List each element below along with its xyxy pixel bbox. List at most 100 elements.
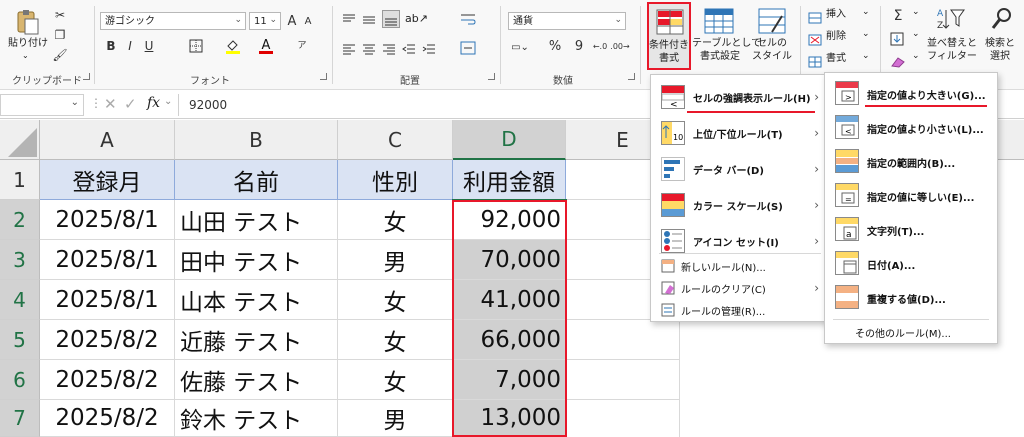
row-header-7[interactable]: 7 [0, 400, 40, 437]
paste-button[interactable]: 貼り付け [6, 38, 50, 50]
submenu-item-text-contains[interactable]: a 文字列(T)... [825, 213, 997, 247]
paste-icon[interactable] [14, 8, 42, 36]
row-header-4[interactable]: 4 [0, 280, 40, 320]
phonetic-icon[interactable]: ア [295, 38, 309, 54]
cell-b5[interactable]: 近藤 テスト [175, 320, 338, 360]
menu-item-data-bars[interactable]: データ バー(D) › [651, 151, 827, 187]
delete-icon[interactable] [808, 31, 822, 50]
cell-b4[interactable]: 山本 テスト [175, 280, 338, 320]
cell-a1[interactable]: 登録月 [40, 160, 175, 200]
chevron-down-icon[interactable]: ⌄ [862, 28, 870, 40]
paste-dropdown-icon[interactable]: ⌄ [22, 50, 29, 62]
number-format-box[interactable]: 通貨 ⌄ [508, 12, 626, 30]
increase-decimal-icon[interactable]: ←.0 [592, 40, 608, 54]
align-top-icon[interactable] [342, 12, 356, 31]
cell-b1[interactable]: 名前 [175, 160, 338, 200]
menu-item-new-rule[interactable]: 新しいルール(N)... [651, 255, 827, 277]
cell-c3[interactable]: 男 [338, 240, 453, 280]
font-launcher-icon[interactable] [320, 73, 327, 80]
column-header-b[interactable]: B [175, 120, 338, 160]
row-header-2[interactable]: 2 [0, 200, 40, 240]
clipboard-launcher-icon[interactable] [83, 73, 90, 80]
menu-item-top-bottom[interactable]: 10 上位/下位ルール(T) › [651, 115, 827, 151]
cell-b3[interactable]: 田中 テスト [175, 240, 338, 280]
cell-b7[interactable]: 鈴木 テスト [175, 400, 338, 437]
chevron-down-icon[interactable]: ⌄ [862, 50, 870, 62]
cell-c4[interactable]: 女 [338, 280, 453, 320]
column-header-d[interactable]: D [453, 120, 566, 160]
fill-color-icon[interactable] [224, 38, 242, 54]
conditional-format-button[interactable]: 条件付き 書式 [647, 2, 691, 70]
align-bottom-icon[interactable] [382, 10, 400, 28]
insert-button[interactable]: 挿入 [826, 9, 846, 21]
align-center-icon[interactable] [362, 40, 376, 59]
find-select-button[interactable]: 検索と [980, 38, 1020, 50]
align-right-icon[interactable] [382, 40, 396, 59]
decrease-decimal-icon[interactable]: .00→ [610, 40, 629, 54]
bold-button[interactable]: B [104, 38, 118, 54]
row-header-6[interactable]: 6 [0, 360, 40, 400]
border-icon[interactable] [187, 38, 205, 54]
menu-item-clear-rules[interactable]: ルールのクリア(C) › [651, 277, 827, 299]
delete-button[interactable]: 削除 [826, 31, 846, 43]
number-launcher-icon[interactable] [628, 73, 635, 80]
sort-filter-icon[interactable]: AZ [936, 6, 966, 36]
indent-increase-icon[interactable] [422, 40, 436, 59]
font-shrink-icon[interactable]: A [302, 14, 314, 30]
cell-a2[interactable]: 2025/8/1 [40, 200, 175, 240]
chevron-down-icon[interactable]: ⌄ [912, 6, 920, 18]
row-header-5[interactable]: 5 [0, 320, 40, 360]
chevron-down-icon[interactable]: ⌄ [912, 50, 920, 62]
chevron-down-icon[interactable]: ⌄ [912, 28, 920, 40]
cell-c1[interactable]: 性別 [338, 160, 453, 200]
cell-c2[interactable]: 女 [338, 200, 453, 240]
fill-down-icon[interactable] [890, 31, 904, 50]
format-icon[interactable] [808, 53, 822, 72]
cut-icon[interactable]: ✂ [53, 8, 67, 22]
alignment-launcher-icon[interactable] [488, 73, 495, 80]
cell-a7[interactable]: 2025/8/2 [40, 400, 175, 437]
cell-a4[interactable]: 2025/8/1 [40, 280, 175, 320]
enter-icon[interactable]: ✓ [124, 95, 137, 113]
font-grow-icon[interactable]: A [285, 12, 299, 30]
cell-c6[interactable]: 女 [338, 360, 453, 400]
menu-item-manage-rules[interactable]: ルールの管理(R)... [651, 299, 827, 321]
row-header-1[interactable]: 1 [0, 160, 40, 200]
sort-filter-button[interactable]: 並べ替えと [926, 38, 978, 50]
copy-icon[interactable]: ❐ [53, 28, 67, 42]
cell-b2[interactable]: 山田 テスト [175, 200, 338, 240]
align-left-icon[interactable] [342, 40, 356, 59]
format-as-table-button[interactable]: テーブルとして [692, 38, 761, 50]
submenu-item-date[interactable]: 日付(A)... [825, 247, 997, 281]
select-all-button[interactable] [0, 120, 40, 160]
column-header-a[interactable]: A [40, 120, 175, 160]
cell-d1[interactable]: 利用金額 [453, 160, 566, 200]
merge-center-icon[interactable] [460, 40, 476, 59]
cell-c5[interactable]: 女 [338, 320, 453, 360]
column-header-c[interactable]: C [338, 120, 453, 160]
insert-icon[interactable] [808, 9, 822, 28]
row-header-3[interactable]: 3 [0, 240, 40, 280]
submenu-item-less-than[interactable]: < 指定の値より小さい(L)... [825, 111, 997, 145]
cell-a5[interactable]: 2025/8/2 [40, 320, 175, 360]
cancel-icon[interactable]: ✕ [104, 95, 117, 113]
wrap-text-icon[interactable] [460, 12, 476, 31]
cell-styles-icon[interactable] [758, 8, 786, 38]
submenu-item-equal-to[interactable]: = 指定の値に等しい(E)... [825, 179, 997, 213]
menu-item-color-scales[interactable]: カラー スケール(S) › [651, 187, 827, 223]
font-name-box[interactable]: 游ゴシック ⌄ [100, 12, 246, 30]
underline-button[interactable]: U [142, 38, 156, 54]
submenu-item-duplicate[interactable]: 重複する値(D)... [825, 281, 997, 315]
menu-item-highlight-rules[interactable]: < セルの強調表示ルール(H) › [651, 79, 827, 115]
cell-b6[interactable]: 佐藤 テスト [175, 360, 338, 400]
align-middle-icon[interactable] [362, 12, 376, 31]
format-button[interactable]: 書式 [826, 53, 846, 65]
format-painter-icon[interactable]: 🖌 [52, 48, 67, 62]
italic-button[interactable]: I [123, 38, 137, 54]
chevron-down-icon[interactable]: ⌄ [862, 6, 870, 18]
cell-styles-button[interactable]: セルの [752, 38, 792, 50]
submenu-item-more-rules[interactable]: その他のルール(M)... [825, 321, 997, 343]
comma-button[interactable]: 9 [572, 38, 586, 54]
name-box[interactable]: ⌄ [0, 94, 84, 116]
cell-a3[interactable]: 2025/8/1 [40, 240, 175, 280]
